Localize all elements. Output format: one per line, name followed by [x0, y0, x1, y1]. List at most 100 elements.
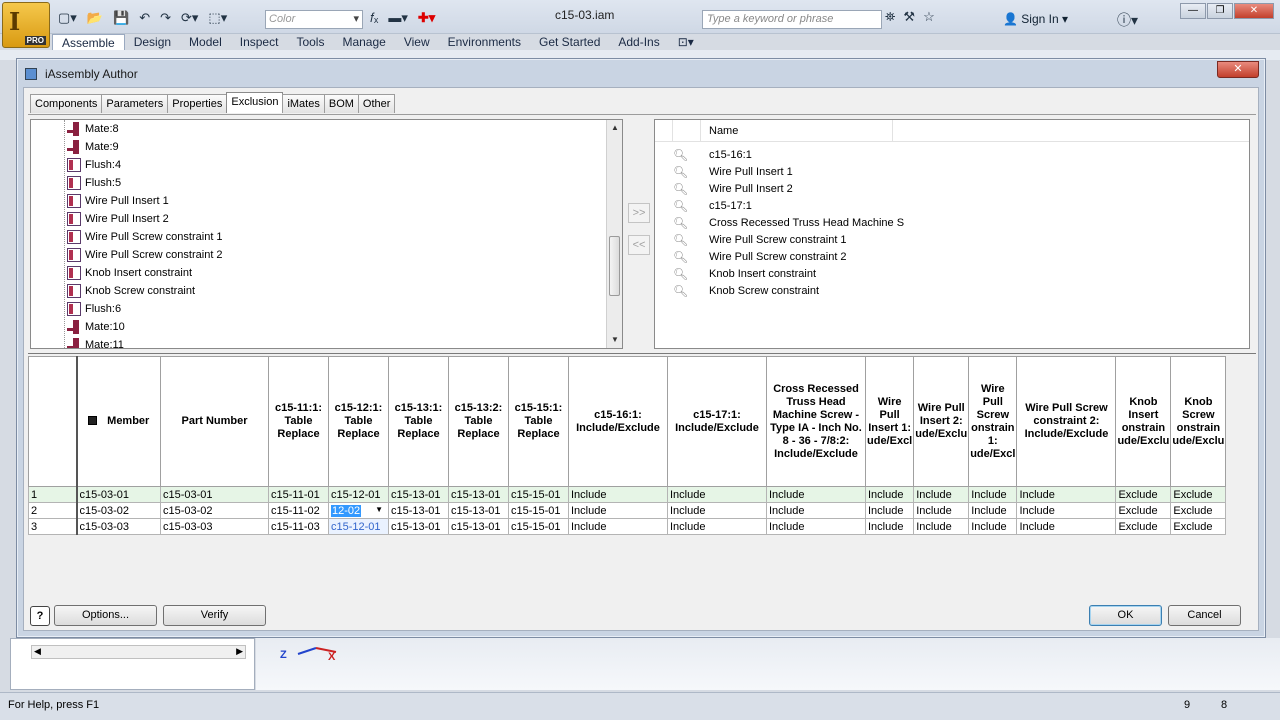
table-cell[interactable]: c15-03-01 — [160, 486, 269, 503]
list-item[interactable]: 🔍︎ Wire Pull Screw constraint 1 — [673, 231, 847, 248]
cancel-button[interactable]: Cancel — [1168, 605, 1241, 626]
new-icon[interactable]: ▢▾ — [58, 10, 77, 26]
select-icon[interactable]: ⬚▾ — [208, 10, 227, 26]
table-cell[interactable]: Include — [568, 502, 668, 519]
tree-scrollbar[interactable]: ▲ ▼ — [606, 120, 622, 348]
corner-header[interactable] — [28, 356, 78, 487]
update-icon[interactable]: ⟳▾ — [181, 10, 198, 26]
table-cell[interactable]: c15-11-03 — [268, 518, 329, 535]
restore-button[interactable]: ❐ — [1207, 3, 1233, 19]
column-header[interactable]: Wire Pull Screw constraint 2: Include/Ex… — [1016, 356, 1117, 487]
column-header[interactable]: Cross Recessed Truss Head Machine Screw … — [766, 356, 866, 487]
tab-parameters[interactable]: Parameters — [101, 94, 169, 113]
ribbon-tab-get-started[interactable]: Get Started — [530, 34, 609, 50]
table-cell[interactable]: Exclude — [1115, 486, 1172, 503]
row-number[interactable]: 2 — [28, 502, 78, 519]
table-cell[interactable]: Include — [667, 502, 767, 519]
tree-item[interactable]: Knob Insert constraint — [67, 264, 192, 282]
tab-exclusion[interactable]: Exclusion — [226, 92, 284, 113]
verify-button[interactable]: Verify — [163, 605, 266, 626]
tree-item[interactable]: Wire Pull Screw constraint 2 — [67, 246, 223, 264]
ribbon-tab-view[interactable]: View — [395, 34, 439, 50]
list-item[interactable]: 🔍︎ Wire Pull Insert 2 — [673, 180, 793, 197]
table-cell[interactable]: Include — [667, 486, 767, 503]
column-header[interactable]: Knob Insert onstrain ude/Exclu — [1115, 356, 1172, 487]
table-cell[interactable]: c15-03-03 — [76, 518, 161, 535]
ribbon-tab-assemble[interactable]: Assemble — [52, 34, 125, 50]
graphics-canvas[interactable]: Z X — [256, 638, 1280, 690]
search-input[interactable]: Type a keyword or phrase — [702, 10, 882, 29]
editing-cell-dropdown[interactable]: 12-02 ▼ — [328, 502, 389, 519]
ribbon-tab-manage[interactable]: Manage — [333, 34, 394, 50]
table-row[interactable]: 2 c15-03-02 c15-03-02 c15-11-02 12-02 ▼ c… — [28, 502, 1227, 519]
table-cell[interactable]: c15-13-01 — [388, 502, 449, 519]
binoculars-icon[interactable]: ⛯ — [885, 9, 895, 25]
list-item[interactable]: 🔍︎ Knob Screw constraint — [673, 282, 819, 299]
table-cell[interactable]: Include — [968, 486, 1018, 503]
ribbon-tab-inspect[interactable]: Inspect — [231, 34, 288, 50]
measure-icon[interactable]: ▬▾ — [388, 10, 408, 26]
dialog-close-button[interactable]: ✕ — [1217, 61, 1259, 78]
tree-item[interactable]: Mate:11 — [67, 336, 124, 348]
excluded-list[interactable]: Name 🔍︎ c15-16:1 🔍︎ Wire Pull Insert 1 🔍︎ W… — [654, 119, 1250, 349]
color-combo[interactable]: Color — [265, 10, 363, 29]
table-cell[interactable]: Exclude — [1170, 502, 1227, 519]
table-cell[interactable]: Include — [864, 502, 915, 519]
scroll-left-icon[interactable]: ◀ — [34, 646, 41, 657]
add-icon[interactable]: ✚▾ — [418, 10, 435, 26]
table-cell[interactable]: c15-13-01 — [388, 518, 449, 535]
table-cell[interactable]: Exclude — [1115, 502, 1172, 519]
tab-components[interactable]: Components — [30, 94, 103, 113]
list-item[interactable]: 🔍︎ c15-17:1 — [673, 197, 752, 214]
table-cell[interactable]: Exclude — [1115, 518, 1172, 535]
table-cell[interactable]: Include — [766, 486, 866, 503]
ribbon-tab-environments[interactable]: Environments — [439, 34, 530, 50]
table-cell[interactable]: c15-03-02 — [76, 502, 161, 519]
options-button[interactable]: Options... — [54, 605, 157, 626]
scrollbar-thumb[interactable] — [609, 236, 620, 296]
table-cell[interactable]: Include — [568, 518, 668, 535]
remove-button[interactable]: << — [628, 235, 650, 255]
column-header[interactable]: c15-11:1: Table Replace — [268, 356, 329, 487]
table-cell[interactable]: c15-03-02 — [160, 502, 269, 519]
tree-item[interactable]: Mate:10 — [67, 318, 125, 336]
tools-icon[interactable]: ⚒ — [903, 9, 915, 25]
fx-icon[interactable]: 𝑓ₓ — [370, 10, 378, 26]
help-button[interactable]: ? — [30, 606, 50, 626]
tree-item[interactable]: Mate:8 — [67, 120, 119, 138]
column-header[interactable]: c15-15:1: Table Replace — [508, 356, 569, 487]
tree-item[interactable]: Wire Pull Screw constraint 1 — [67, 228, 223, 246]
table-cell[interactable]: c15-12-01 — [328, 518, 389, 535]
table-cell[interactable]: Include — [667, 518, 767, 535]
ribbon-tab-add-ins[interactable]: Add-Ins — [609, 34, 668, 50]
column-header[interactable]: Part Number — [160, 356, 269, 487]
tab-other[interactable]: Other — [357, 94, 396, 113]
table-cell[interactable]: c15-15-01 — [508, 502, 569, 519]
column-header[interactable]: c15-13:1: Table Replace — [388, 356, 449, 487]
table-cell[interactable]: c15-13-01 — [448, 486, 509, 503]
chevron-down-icon[interactable]: ▼ — [375, 505, 383, 514]
table-cell[interactable]: Include — [968, 502, 1018, 519]
list-item[interactable]: 🔍︎ c15-16:1 — [673, 146, 752, 163]
table-cell[interactable]: c15-11-01 — [268, 486, 329, 503]
tree-item[interactable]: Flush:6 — [67, 300, 121, 318]
undo-icon[interactable]: ↶ — [139, 10, 150, 26]
close-window-button[interactable]: ✕ — [1234, 3, 1274, 19]
table-cell[interactable]: c15-03-03 — [160, 518, 269, 535]
tree-item[interactable]: Flush:4 — [67, 156, 121, 174]
scroll-down-icon[interactable]: ▼ — [607, 332, 622, 348]
table-cell[interactable]: c15-13-01 — [388, 486, 449, 503]
row-number[interactable]: 1 — [28, 486, 78, 503]
table-cell[interactable]: Include — [568, 486, 668, 503]
tree-item[interactable]: Knob Screw constraint — [67, 282, 195, 300]
column-header[interactable]: Wire Pull Insert 1: ude/Excl — [864, 356, 915, 487]
table-cell[interactable]: Include — [864, 486, 915, 503]
table-cell[interactable]: Include — [1016, 518, 1117, 535]
table-cell[interactable]: c15-15-01 — [508, 486, 569, 503]
list-item[interactable]: 🔍︎ Wire Pull Insert 1 — [673, 163, 793, 180]
table-cell[interactable]: c15-03-01 — [76, 486, 161, 503]
list-header-name[interactable]: Name — [709, 120, 893, 142]
add-button[interactable]: >> — [628, 203, 650, 223]
column-header-member[interactable]: Member — [76, 356, 161, 487]
table-cell[interactable]: Include — [766, 518, 866, 535]
